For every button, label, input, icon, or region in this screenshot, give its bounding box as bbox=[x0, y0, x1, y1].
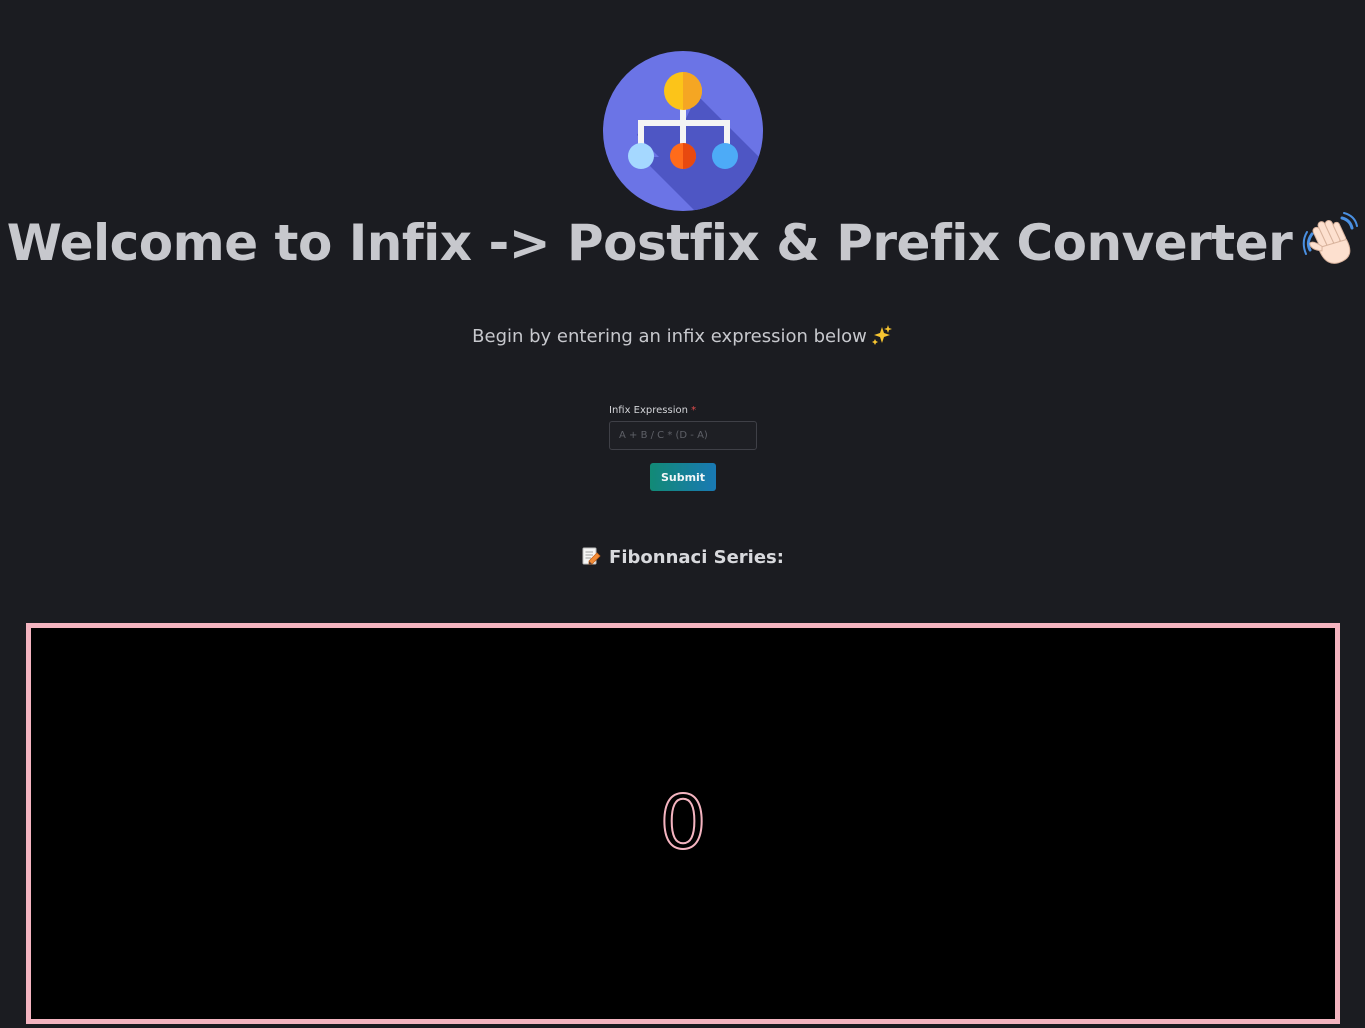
sparkles-icon bbox=[871, 325, 892, 345]
infix-expression-label-text: Infix Expression bbox=[609, 405, 688, 416]
memo-icon bbox=[582, 547, 601, 565]
submit-button[interactable]: Submit bbox=[650, 463, 716, 491]
page-title: Welcome to Infix -> Postfix & Prefix Con… bbox=[0, 210, 1365, 276]
infix-form: Infix Expression * bbox=[609, 404, 757, 450]
fibonacci-display: 0 bbox=[26, 623, 1340, 1024]
infix-expression-input[interactable] bbox=[609, 421, 757, 450]
waving-hand-icon bbox=[1303, 212, 1359, 264]
fibonacci-current-value: 0 bbox=[658, 779, 707, 867]
infix-expression-label: Infix Expression * bbox=[609, 404, 757, 418]
app-page: Welcome to Infix -> Postfix & Prefix Con… bbox=[0, 0, 1365, 1028]
fibonacci-heading-text: Fibonnaci Series: bbox=[609, 547, 784, 568]
hierarchy-tree-icon bbox=[603, 51, 763, 211]
subtitle: Begin by entering an infix expression be… bbox=[0, 324, 1365, 350]
page-title-text: Welcome to Infix -> Postfix & Prefix Con… bbox=[6, 214, 1293, 272]
fibonacci-heading: Fibonnaci Series: bbox=[0, 546, 1365, 570]
subtitle-text: Begin by entering an infix expression be… bbox=[472, 326, 867, 347]
required-indicator: * bbox=[691, 405, 697, 416]
